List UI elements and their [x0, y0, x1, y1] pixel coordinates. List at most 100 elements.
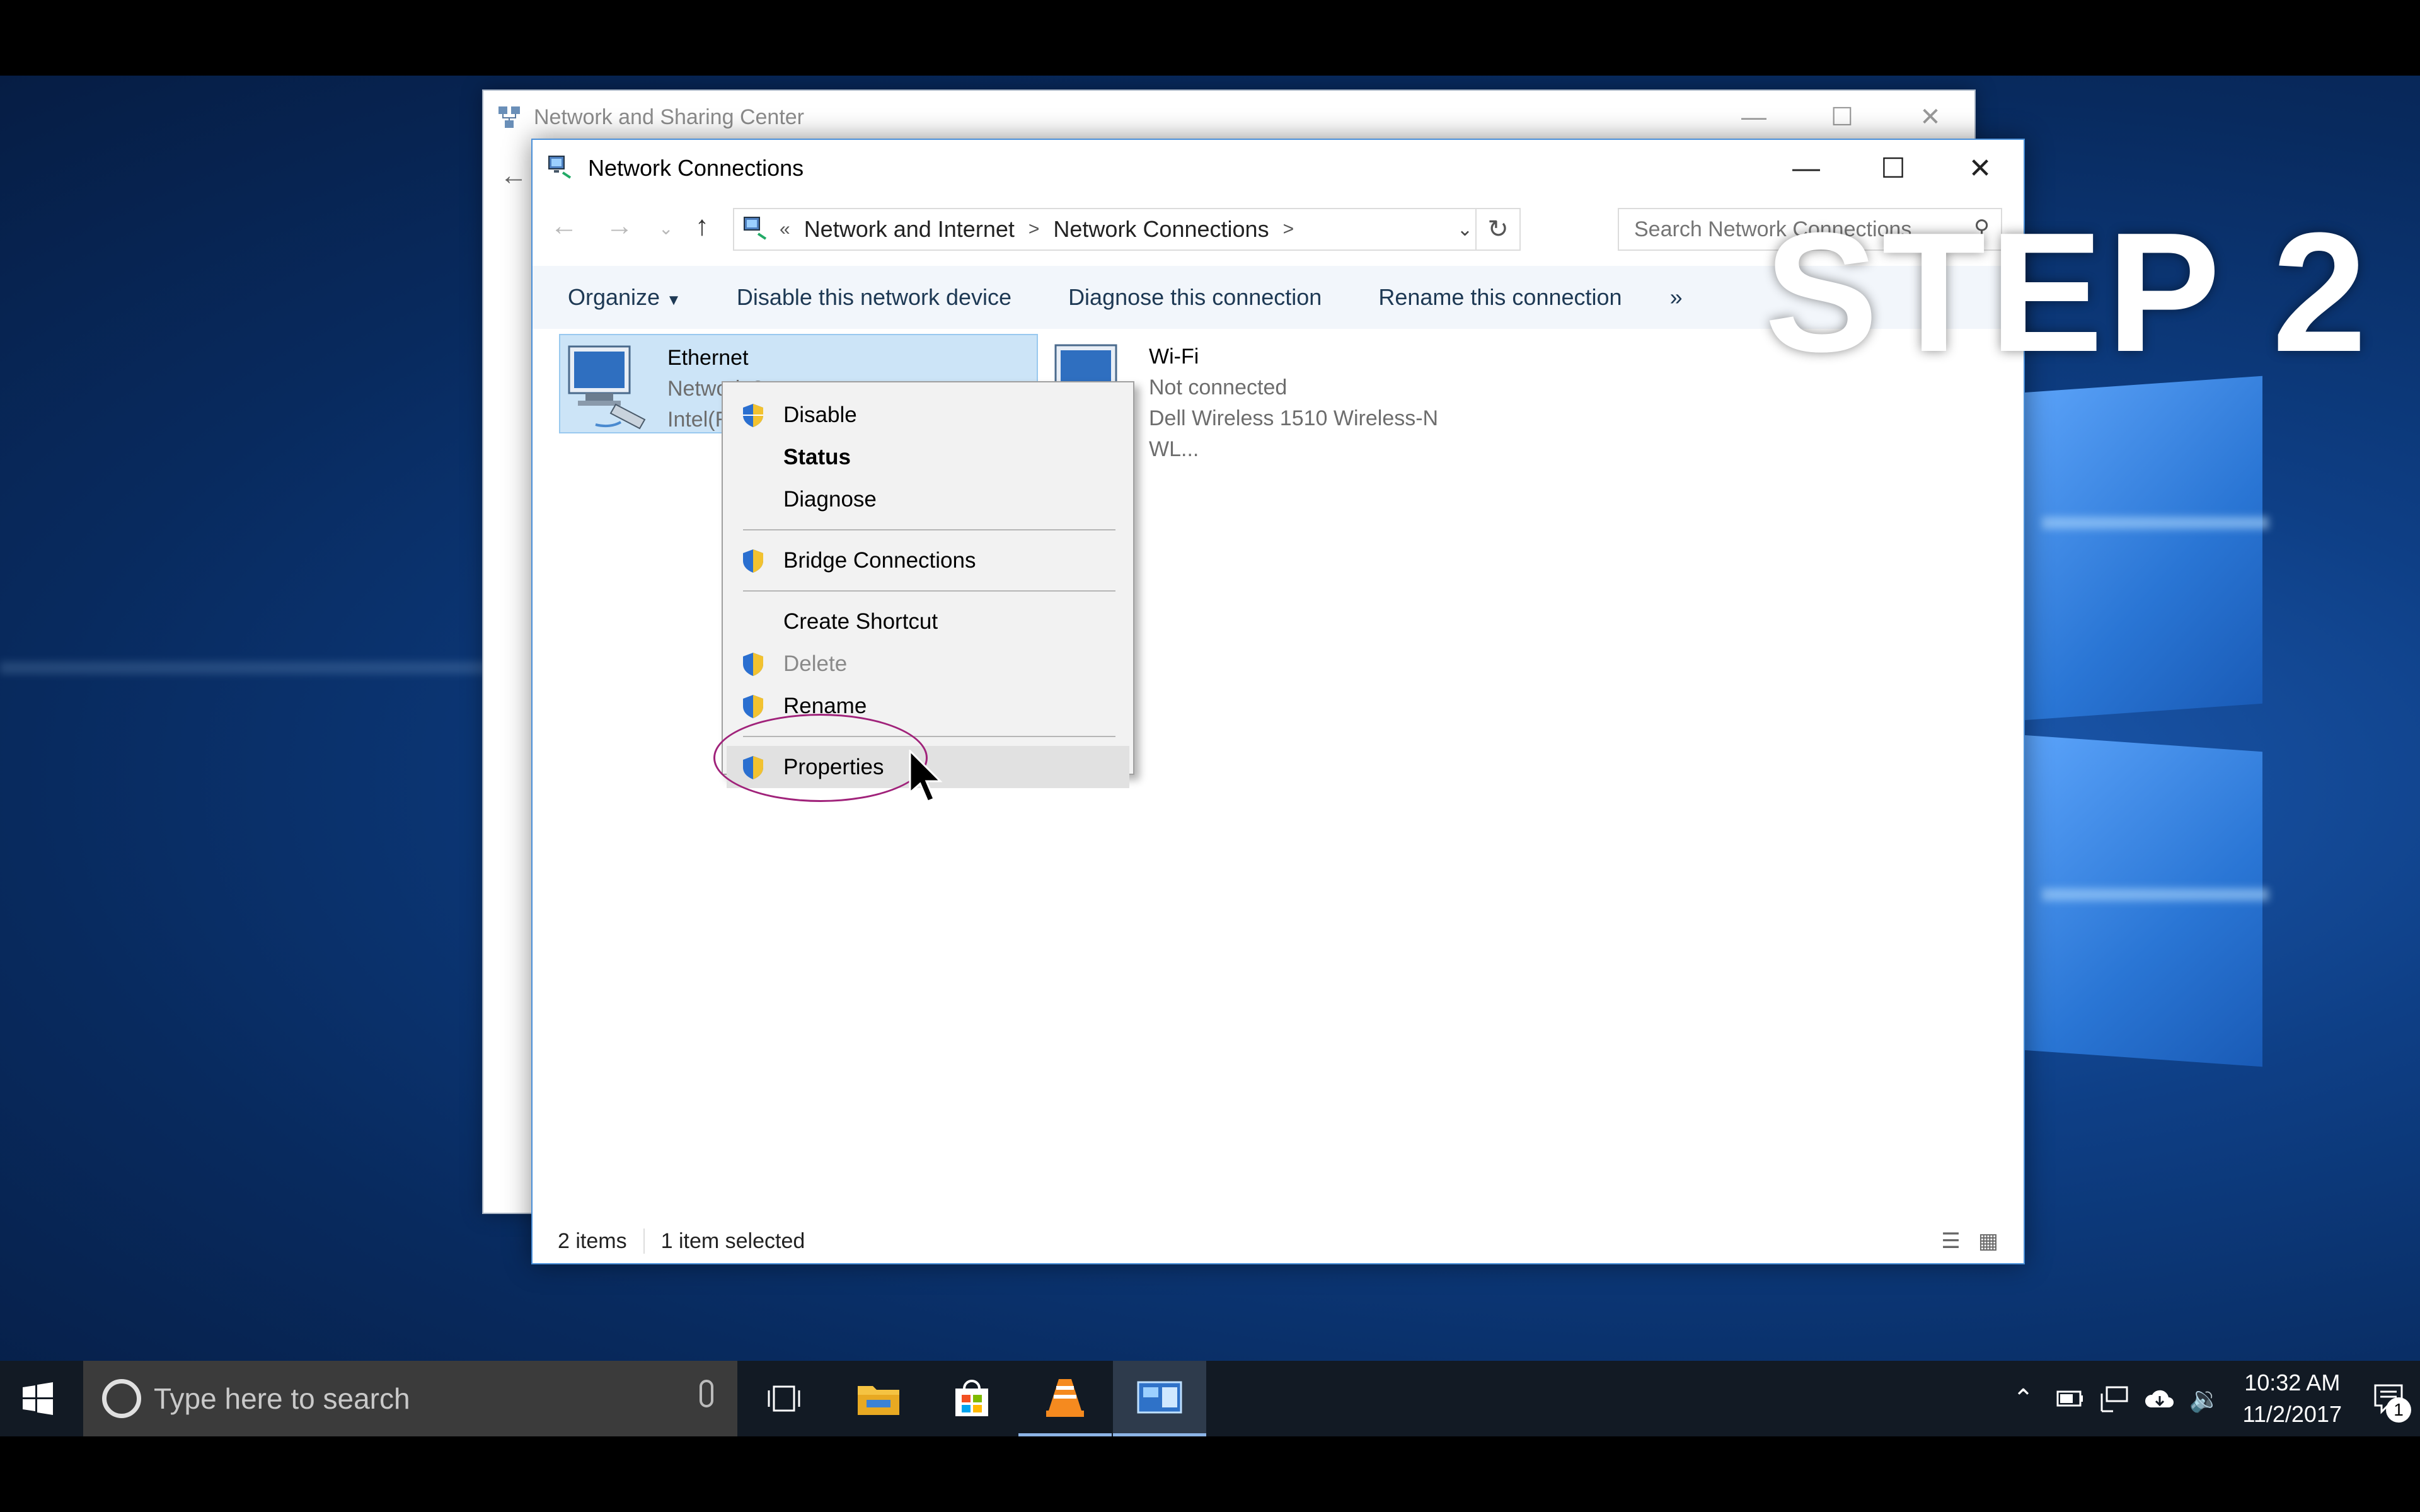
- wallpaper-logo-pane: [2023, 735, 2262, 1067]
- more-commands-button[interactable]: »: [1670, 284, 1683, 311]
- wallpaper-light-beam: [2042, 517, 2269, 529]
- mouse-cursor-icon: [909, 750, 943, 803]
- letterbox-top: [0, 0, 2420, 76]
- minimize-icon: —: [1792, 152, 1820, 183]
- refresh-button[interactable]: ↻: [1475, 209, 1519, 249]
- menu-item-label: Status: [783, 444, 851, 469]
- connection-name: Wi-Fi: [1149, 345, 1199, 369]
- network-connections-icon: [740, 215, 769, 244]
- menu-separator: [743, 529, 1115, 530]
- network-connections-icon: [1137, 1381, 1182, 1413]
- tiles-view-icon[interactable]: ▦: [1978, 1228, 1998, 1254]
- breadcrumb-overflow[interactable]: «: [780, 219, 790, 240]
- network-sharing-icon: [496, 104, 522, 130]
- wallpaper-light-beam: [2042, 888, 2269, 901]
- diagnose-connection-button[interactable]: Diagnose this connection: [1068, 284, 1322, 311]
- network-connections-icon: [545, 154, 574, 183]
- forward-arrow-icon[interactable]: →: [606, 210, 633, 242]
- organize-button[interactable]: Organize ▼: [568, 284, 681, 311]
- background-window-title: Network and Sharing Center: [534, 105, 805, 129]
- close-button[interactable]: ✕: [1886, 91, 1974, 144]
- window-controls: — ☐ ✕: [1763, 140, 2024, 197]
- menu-icon-spacer: [723, 436, 783, 478]
- back-arrow-icon[interactable]: ←: [550, 210, 578, 242]
- menu-item-label: Delete: [783, 651, 848, 676]
- details-view-icon[interactable]: ☰: [1941, 1228, 1960, 1254]
- background-window-controls: — ☐ ✕: [1710, 91, 1974, 144]
- ethernet-adapter-icon: [560, 335, 667, 435]
- action-center-button[interactable]: 1: [2357, 1361, 2420, 1436]
- vlc-button[interactable]: [1018, 1361, 1112, 1436]
- shield-icon: [723, 643, 783, 685]
- menu-item-create-shortcut[interactable]: Create Shortcut: [723, 600, 1133, 643]
- maximize-button[interactable]: ☐: [1798, 91, 1886, 144]
- menu-item-label: Create Shortcut: [783, 609, 938, 634]
- letterbox-bottom: [0, 1436, 2420, 1512]
- store-button[interactable]: [925, 1361, 1018, 1436]
- file-explorer-button[interactable]: [832, 1361, 925, 1436]
- shield-icon: [723, 394, 783, 436]
- breadcrumb-network-internet[interactable]: Network and Internet: [804, 216, 1015, 243]
- menu-item-label: Diagnose: [783, 486, 877, 512]
- clock-date: 11/2/2017: [2242, 1401, 2342, 1427]
- taskbar-search-placeholder: Type here to search: [154, 1382, 410, 1415]
- system-tray: ⌃ 🔉 10:32 AM 11/2/2017 1: [2001, 1361, 2420, 1436]
- onedrive-icon[interactable]: [2137, 1361, 2182, 1436]
- notification-badge: 1: [2386, 1397, 2411, 1423]
- organize-label: Organize: [568, 284, 660, 310]
- menu-separator: [743, 590, 1115, 592]
- cortana-icon: [102, 1379, 141, 1418]
- chevron-down-icon: ▼: [666, 292, 681, 309]
- network-tray-icon[interactable]: [2092, 1361, 2137, 1436]
- file-explorer-icon: [858, 1386, 899, 1415]
- minimize-button[interactable]: —: [1710, 91, 1798, 144]
- close-icon: ✕: [1968, 152, 1992, 184]
- back-arrow-icon[interactable]: ←: [500, 160, 527, 192]
- system-clock[interactable]: 10:32 AM 11/2/2017: [2228, 1367, 2357, 1430]
- view-switcher: ☰ ▦: [1941, 1228, 1998, 1254]
- taskbar-search[interactable]: Type here to search: [83, 1361, 737, 1436]
- maximize-icon: ☐: [1881, 152, 1906, 184]
- task-view-button[interactable]: [737, 1361, 831, 1436]
- selection-count: 1 item selected: [660, 1228, 805, 1253]
- maximize-button[interactable]: ☐: [1850, 140, 1937, 197]
- store-icon: [955, 1380, 988, 1416]
- address-bar[interactable]: « Network and Internet > Network Connect…: [733, 208, 1521, 251]
- power-icon[interactable]: [2046, 1361, 2092, 1436]
- address-dropdown-icon[interactable]: ⌄: [1457, 219, 1473, 241]
- start-button[interactable]: [0, 1361, 76, 1436]
- volume-icon[interactable]: 🔉: [2182, 1361, 2228, 1436]
- minimize-button[interactable]: —: [1763, 140, 1850, 197]
- rename-connection-button[interactable]: Rename this connection: [1378, 284, 1622, 311]
- close-button[interactable]: ✕: [1937, 140, 2024, 197]
- status-divider: [643, 1228, 645, 1254]
- window-title: Network Connections: [588, 155, 804, 181]
- breadcrumb-network-connections[interactable]: Network Connections: [1053, 216, 1269, 243]
- shield-icon: [723, 539, 783, 581]
- up-arrow-icon[interactable]: ↑: [695, 210, 709, 242]
- menu-icon-spacer: [723, 600, 783, 643]
- breadcrumb-separator[interactable]: >: [1028, 219, 1040, 240]
- connection-status: Not connected: [1149, 375, 1288, 399]
- breadcrumb-separator[interactable]: >: [1283, 219, 1294, 240]
- network-connections-taskbar-button[interactable]: [1113, 1361, 1206, 1436]
- disable-device-button[interactable]: Disable this network device: [737, 284, 1011, 311]
- annotation-circle: [713, 714, 928, 802]
- menu-item-label: Bridge Connections: [783, 547, 976, 573]
- show-hidden-icons-chevron-icon[interactable]: ⌃: [2001, 1361, 2046, 1436]
- menu-item-delete: Delete: [723, 643, 1133, 685]
- windows-logo-icon: [23, 1382, 53, 1415]
- microphone-icon[interactable]: [700, 1380, 713, 1407]
- menu-item-diagnose[interactable]: Diagnose: [723, 478, 1133, 520]
- menu-item-bridge-connections[interactable]: Bridge Connections: [723, 539, 1133, 581]
- menu-icon-spacer: [723, 478, 783, 520]
- recent-locations-icon[interactable]: ⌄: [659, 218, 673, 239]
- connection-details: Wi-Fi Not connected Dell Wireless 1510 W…: [1149, 334, 1490, 461]
- status-bar: 2 items 1 item selected ☰ ▦: [533, 1219, 2024, 1263]
- clock-time: 10:32 AM: [2244, 1370, 2341, 1395]
- wallpaper-logo-pane: [2023, 375, 2262, 721]
- menu-item-disable[interactable]: Disable: [723, 394, 1133, 436]
- menu-item-status[interactable]: Status: [723, 436, 1133, 478]
- refresh-icon: ↻: [1487, 215, 1509, 243]
- connection-device: Dell Wireless 1510 Wireless-N WL...: [1149, 406, 1439, 461]
